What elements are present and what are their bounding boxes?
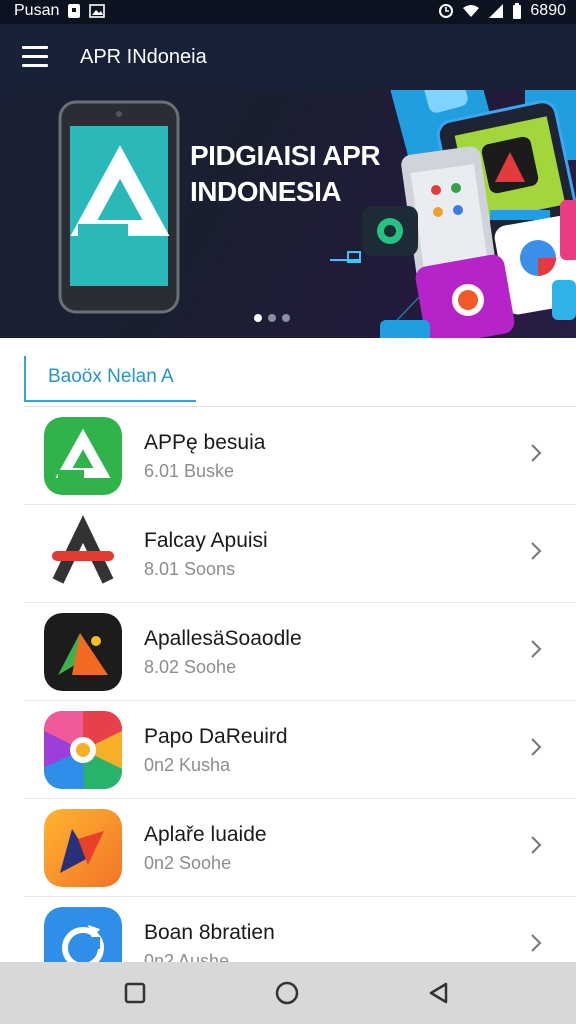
color-wheel-icon xyxy=(44,711,122,789)
hero-headline: PIDGIAISI APR INDONESIA xyxy=(190,138,381,210)
green-triangle-icon xyxy=(44,417,122,495)
orange-arrow-icon xyxy=(44,809,122,887)
alarm-icon xyxy=(439,4,454,18)
battery-icon xyxy=(513,3,522,19)
hero-illustration xyxy=(58,90,576,338)
hero-line-2: INDONESIA xyxy=(190,176,342,207)
image-icon xyxy=(89,4,106,18)
list-item[interactable]: ApallesäSoaodle 8.02 Soohe xyxy=(24,603,576,701)
app-title: ApallesäSoaodle xyxy=(144,627,302,650)
app-bar: APR INdoneia xyxy=(0,24,576,90)
carousel-dot[interactable] xyxy=(268,314,276,322)
carrier-label: Pusan xyxy=(14,2,60,19)
app-subtitle: 8.01 Soons xyxy=(144,559,236,579)
circle-icon[interactable] xyxy=(274,980,300,1006)
triangle-back-icon[interactable] xyxy=(426,980,452,1006)
app-subtitle: 6.01 Buske xyxy=(144,461,235,481)
hamburger-menu-icon[interactable] xyxy=(22,46,48,68)
app-subtitle: 8.02 Soohe xyxy=(144,657,237,677)
carousel-indicator[interactable] xyxy=(254,314,290,322)
square-icon[interactable] xyxy=(122,980,148,1006)
app-title: Aplaře luaide xyxy=(144,823,267,846)
list-item[interactable]: Papo DaReuird 0n2 Kusha xyxy=(24,701,576,799)
app-title: APPę besuia xyxy=(144,431,266,454)
system-nav-bar xyxy=(0,962,576,1024)
app-collage-illustration xyxy=(362,90,576,338)
sim-icon xyxy=(68,4,81,18)
list-item[interactable]: Aplaře luaide 0n2 Soohe xyxy=(24,799,576,897)
list-item[interactable]: Falcay Apuisi 8.01 Soons xyxy=(24,505,576,603)
chevron-right-icon xyxy=(531,836,542,854)
app-subtitle: 0n2 Soohe xyxy=(144,853,232,873)
app-subtitle: 0n2 Kusha xyxy=(144,755,231,775)
wifi-icon xyxy=(463,5,480,17)
carousel-dot[interactable] xyxy=(254,314,262,322)
app-title: Falcay Apuisi xyxy=(144,529,268,552)
clock-label: 6890 xyxy=(530,2,566,19)
app-list: APPę besuia 6.01 Buske Falcay Apuisi 8.0… xyxy=(0,407,576,994)
chevron-right-icon xyxy=(531,444,542,462)
carousel-dot[interactable] xyxy=(282,314,290,322)
chevron-right-icon xyxy=(531,640,542,658)
hero-banner[interactable]: PIDGIAISI APR INDONESIA xyxy=(0,90,576,338)
app-title: Boan 8bratien xyxy=(144,921,275,944)
red-a-icon xyxy=(44,515,122,593)
dark-triangle-icon xyxy=(44,613,122,691)
hero-line-1: PIDGIAISI APR xyxy=(190,140,381,171)
chevron-right-icon xyxy=(531,542,542,560)
chevron-right-icon xyxy=(531,738,542,756)
section-tab-label: Baoöx Nelan A xyxy=(48,366,174,387)
section-tab[interactable]: Baoöx Nelan A xyxy=(24,356,196,402)
chevron-right-icon xyxy=(531,934,542,952)
app-title: APR INdoneia xyxy=(80,46,207,68)
signal-icon xyxy=(489,4,504,18)
status-bar: Pusan 6890 xyxy=(0,0,576,24)
list-item[interactable]: APPę besuia 6.01 Buske xyxy=(24,407,576,505)
app-title: Papo DaReuird xyxy=(144,725,288,748)
phone-illustration xyxy=(58,100,180,314)
